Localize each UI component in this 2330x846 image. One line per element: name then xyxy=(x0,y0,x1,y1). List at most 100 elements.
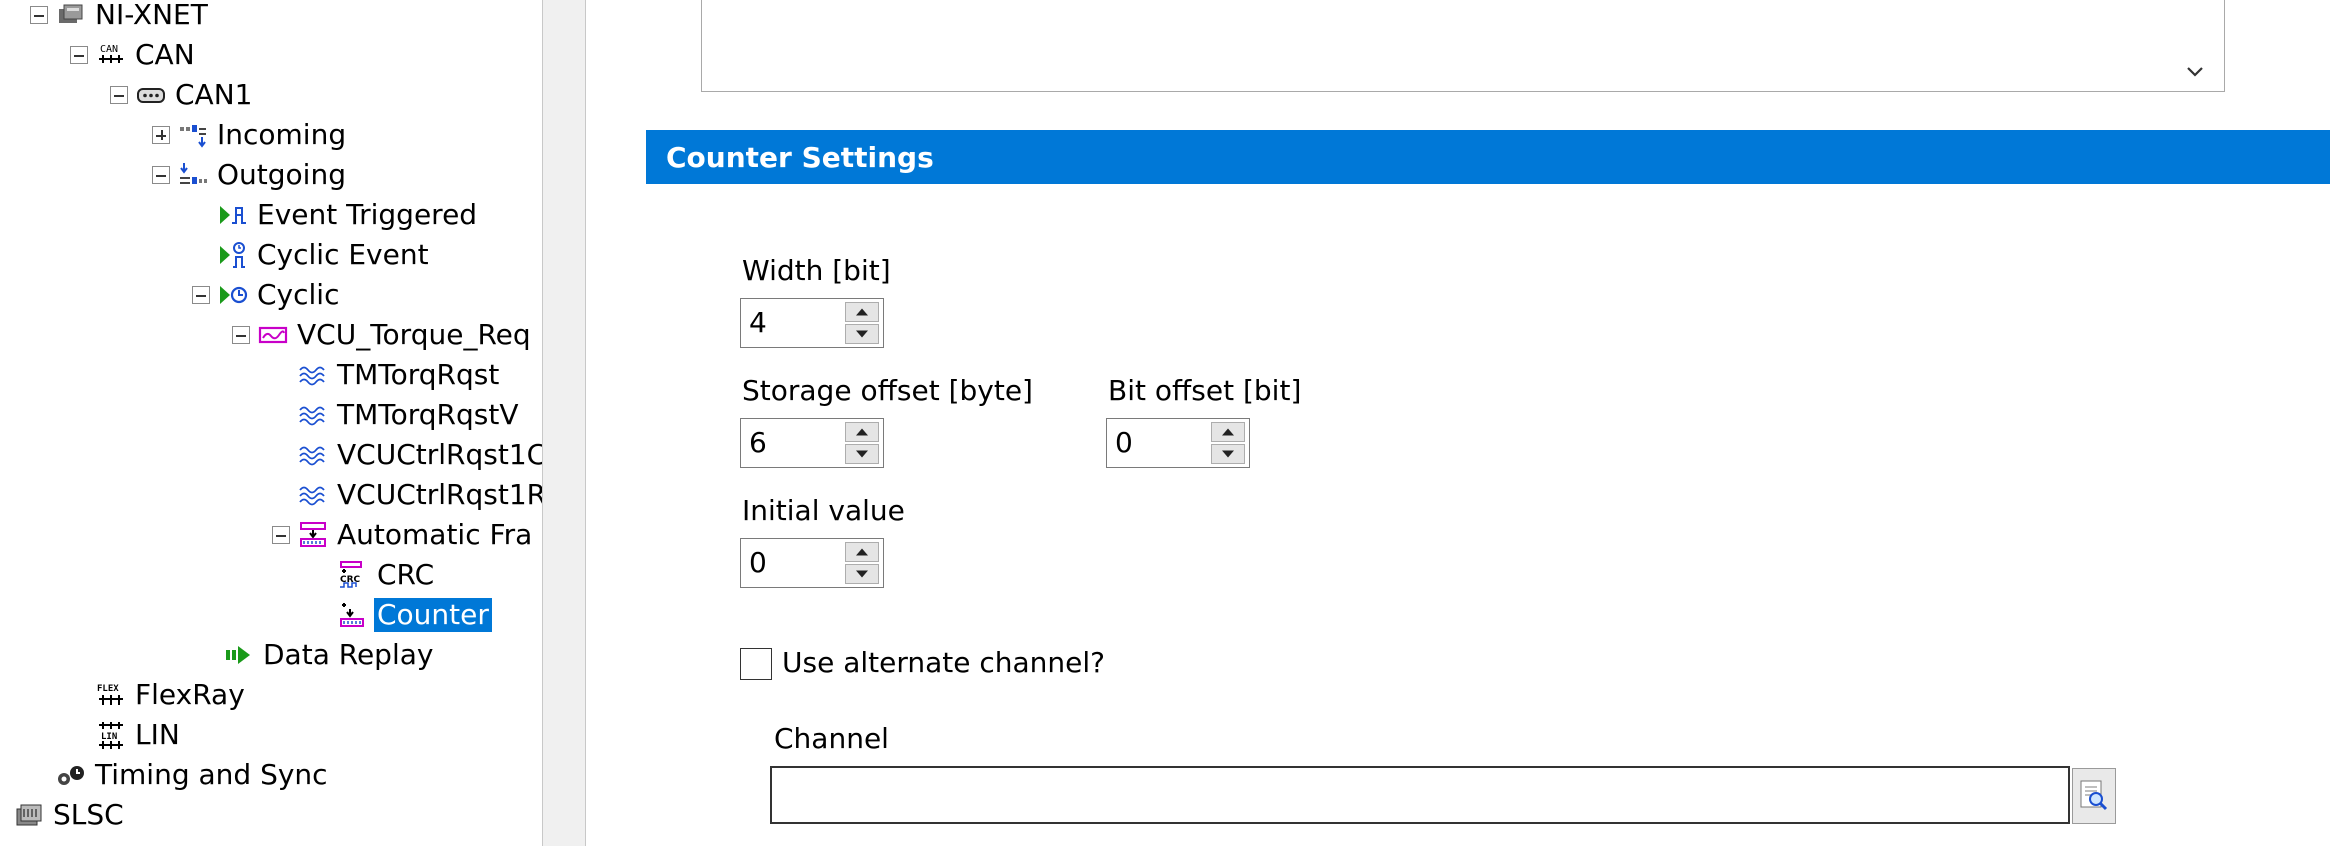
collapse-toggle[interactable] xyxy=(152,166,170,184)
browse-magnifier-icon xyxy=(2080,780,2108,811)
tree-item-automatic-frame[interactable]: Automatic Fra xyxy=(272,516,535,554)
can-bus-icon: CAN xyxy=(99,44,123,63)
panel-splitter[interactable] xyxy=(542,0,586,846)
storage-offset-value[interactable]: 6 xyxy=(741,419,845,467)
signal-icon xyxy=(299,446,325,466)
frame-icon xyxy=(258,326,288,344)
crc-icon: CRC xyxy=(340,561,362,588)
tree-item-label: TMTorqRqst xyxy=(337,358,500,391)
decrement-button[interactable] xyxy=(845,444,879,464)
storage-offset-stepper[interactable]: 6 xyxy=(740,418,884,468)
increment-button[interactable] xyxy=(845,422,879,442)
tree-item-label: Event Triggered xyxy=(257,198,478,231)
increment-button[interactable] xyxy=(1211,422,1245,442)
tree-item-event-triggered[interactable]: Event Triggered xyxy=(218,196,480,234)
alternate-channel-checkbox[interactable] xyxy=(740,648,772,680)
outgoing-frames-icon xyxy=(180,163,207,184)
tree-item-label: Counter xyxy=(374,598,492,632)
tree-item-cyclic[interactable]: Cyclic xyxy=(192,276,342,314)
tree-item-vcuctrlrqst1r[interactable]: VCUCtrlRqst1R xyxy=(298,476,542,514)
tree-item-label: Cyclic Event xyxy=(257,238,429,271)
tree-item-label: VCUCtrlRqst1R xyxy=(337,478,542,511)
collapse-toggle[interactable] xyxy=(70,46,88,64)
tree-item-can1[interactable]: CAN1 xyxy=(110,76,255,114)
cyclic-icon xyxy=(220,286,248,304)
collapse-toggle[interactable] xyxy=(192,286,210,304)
tree-item-label: VCU_Torque_Req xyxy=(297,318,531,351)
collapse-toggle[interactable] xyxy=(272,526,290,544)
tree-item-label: CAN xyxy=(135,38,195,71)
tree-item-crc[interactable]: CRC CRC xyxy=(338,556,437,594)
tree-item-label: NI-XNET xyxy=(95,0,208,31)
lin-icon: LIN xyxy=(99,722,123,749)
signal-icon xyxy=(299,366,325,386)
decrement-button[interactable] xyxy=(845,564,879,584)
tree-item-label: Outgoing xyxy=(217,158,346,191)
incoming-frames-icon xyxy=(180,125,206,148)
tree-item-label: Data Replay xyxy=(263,638,434,671)
counter-icon xyxy=(340,603,364,627)
settings-panel: Counter Settings Width [bit] 4 Storage o… xyxy=(586,0,2330,846)
chevron-down-icon[interactable] xyxy=(2184,61,2206,83)
bit-offset-value[interactable]: 0 xyxy=(1107,419,1211,467)
collapse-toggle[interactable] xyxy=(232,326,250,344)
browse-button[interactable] xyxy=(2072,768,2116,824)
initial-value-value[interactable]: 0 xyxy=(741,539,845,587)
tree-item-label: Timing and Sync xyxy=(95,758,328,791)
tree-item-timing-and-sync[interactable]: Timing and Sync xyxy=(56,756,331,794)
tree-item-label: Cyclic xyxy=(257,278,340,311)
tree-item-ni-xnet[interactable]: NI-XNET xyxy=(30,0,211,34)
signal-icon xyxy=(299,486,325,506)
signal-icon xyxy=(299,406,325,426)
event-triggered-icon xyxy=(220,206,246,224)
increment-button[interactable] xyxy=(845,542,879,562)
width-label: Width [bit] xyxy=(742,254,891,287)
network-device-icon xyxy=(59,4,83,23)
tree-item-lin[interactable]: LIN LIN xyxy=(96,716,183,754)
width-stepper[interactable]: 4 xyxy=(740,298,884,348)
tree-item-slsc[interactable]: SLSC xyxy=(14,796,127,834)
tree-item-vcu-torque-req[interactable]: VCU_Torque_Req xyxy=(232,316,534,354)
tree-item-label: CRC xyxy=(377,558,435,591)
tree-item-counter[interactable]: Counter xyxy=(338,596,492,634)
width-value[interactable]: 4 xyxy=(741,299,845,347)
tree-item-label: FlexRay xyxy=(135,678,245,711)
project-tree[interactable]: NI-XNET CAN CAN CAN1 Incoming Outgoing E… xyxy=(0,0,542,846)
tree-item-label: SLSC xyxy=(53,798,124,831)
decrement-button[interactable] xyxy=(1211,444,1245,464)
slsc-icon xyxy=(16,804,42,826)
alternate-channel-label[interactable]: Use alternate channel? xyxy=(782,646,1105,679)
tree-item-can[interactable]: CAN CAN xyxy=(70,36,198,74)
tree-item-label: VCUCtrlRqst1C xyxy=(337,438,542,471)
channel-input[interactable] xyxy=(770,766,2070,824)
automatic-frame-icon xyxy=(300,522,326,547)
tree-item-vcuctrlrqst1c[interactable]: VCUCtrlRqst1C xyxy=(298,436,542,474)
increment-button[interactable] xyxy=(845,302,879,322)
section-header: Counter Settings xyxy=(646,130,2330,184)
tree-item-tmtorqrqstv[interactable]: TMTorqRqstV xyxy=(298,396,521,434)
svg-text:FLEX: FLEX xyxy=(97,684,119,694)
tree-item-tmtorqrqst[interactable]: TMTorqRqst xyxy=(298,356,502,394)
tree-item-incoming[interactable]: Incoming xyxy=(152,116,349,154)
svg-text:LIN: LIN xyxy=(101,732,117,742)
tree-item-label: Incoming xyxy=(217,118,347,151)
timing-sync-icon xyxy=(58,766,84,785)
tree-item-data-replay[interactable]: Data Replay xyxy=(224,636,436,674)
tree-item-flexray[interactable]: FLEX FlexRay xyxy=(96,676,248,714)
tree-item-label: CAN1 xyxy=(175,78,253,111)
decrement-button[interactable] xyxy=(845,324,879,344)
initial-value-stepper[interactable]: 0 xyxy=(740,538,884,588)
expand-toggle[interactable] xyxy=(152,126,170,144)
collapse-toggle[interactable] xyxy=(110,86,128,104)
svg-text:CRC: CRC xyxy=(340,575,361,585)
can-port-icon xyxy=(137,88,165,103)
collapse-toggle[interactable] xyxy=(30,6,48,24)
tree-item-label: Automatic Fra xyxy=(337,518,533,551)
description-textarea[interactable] xyxy=(701,0,2225,92)
cyclic-event-icon xyxy=(220,242,245,268)
tree-item-outgoing[interactable]: Outgoing xyxy=(152,156,349,194)
tree-item-label: LIN xyxy=(135,718,180,751)
bit-offset-stepper[interactable]: 0 xyxy=(1106,418,1250,468)
bit-offset-label: Bit offset [bit] xyxy=(1108,374,1302,407)
tree-item-cyclic-event[interactable]: Cyclic Event xyxy=(218,236,432,274)
